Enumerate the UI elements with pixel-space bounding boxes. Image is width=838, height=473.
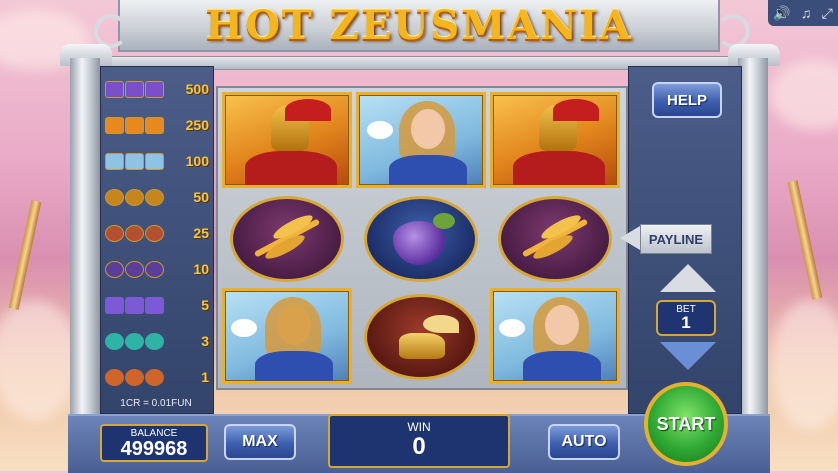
reel-symbol-goddess xyxy=(490,288,620,384)
dove-icon xyxy=(367,121,393,139)
helmet-crest-icon xyxy=(553,99,599,121)
cloud xyxy=(0,300,80,420)
paytable-row: 25 xyxy=(105,221,209,245)
payout-value: 10 xyxy=(193,261,209,277)
reel-symbol-warrior xyxy=(222,92,352,188)
background-spear xyxy=(787,180,823,300)
payout-value: 250 xyxy=(185,117,209,133)
cloud xyxy=(770,300,838,430)
helmet-crest-icon xyxy=(285,99,331,121)
column-left xyxy=(70,58,100,414)
bet-value: 1 xyxy=(681,313,691,332)
speaker-icon[interactable]: 🔊 xyxy=(773,5,790,22)
warrior-symbol-icons xyxy=(105,116,164,134)
blue-dress-icon xyxy=(523,351,601,381)
grapes-symbol-icons xyxy=(105,260,164,278)
win-label: WIN xyxy=(407,420,431,434)
auto-spin-button[interactable]: AUTO xyxy=(548,424,620,460)
paytable-row: 1 xyxy=(105,365,209,389)
paytable-row: 50 xyxy=(105,185,209,209)
column-scroll-ornament xyxy=(94,14,128,48)
sandal-symbol-icons xyxy=(105,224,164,242)
cloud xyxy=(770,60,838,130)
game-title: HOT ZEUSMANIA xyxy=(205,2,633,49)
payout-value: 1 xyxy=(201,369,209,385)
win-value: 0 xyxy=(412,433,426,460)
payout-value: 500 xyxy=(185,81,209,97)
blue-dress-icon xyxy=(389,155,467,185)
paytable-row: 100 xyxy=(105,149,209,173)
payout-value: 25 xyxy=(193,225,209,241)
blue-dress-icon xyxy=(255,351,333,381)
goddess-symbol-icons xyxy=(105,152,164,170)
reel-symbol-grapes xyxy=(356,190,486,286)
background-spear xyxy=(8,200,42,310)
window-controls: 🔊 ♫ ⤢ xyxy=(768,0,838,26)
paytable-panel: 500 250 100 50 25 10 5 3 1 xyxy=(100,66,214,414)
column-right xyxy=(738,58,768,414)
red-cape-icon xyxy=(245,151,337,185)
music-note-icon[interactable]: ♫ xyxy=(801,5,812,21)
zeus-symbol-icons xyxy=(105,80,164,98)
grapes-icon xyxy=(364,196,478,282)
reel-symbol-goddess xyxy=(222,288,352,384)
start-button[interactable]: START xyxy=(644,382,728,466)
reel-symbol-warrior xyxy=(490,92,620,188)
max-bet-button[interactable]: MAX xyxy=(224,424,296,460)
dove-icon xyxy=(231,319,257,337)
fullscreen-icon[interactable]: ⤢ xyxy=(822,5,833,22)
win-display: WIN 0 xyxy=(328,414,510,468)
paytable-row: 500 xyxy=(105,77,209,101)
leaf-symbol-icons xyxy=(105,368,164,386)
payout-value: 100 xyxy=(185,153,209,169)
help-button[interactable]: HELP xyxy=(652,82,722,118)
balance-display: BALANCE 499968 xyxy=(100,424,208,462)
paytable-row: 5 xyxy=(105,293,209,317)
payout-value: 3 xyxy=(201,333,209,349)
lightning-symbol-icons xyxy=(105,296,164,314)
dove-icon xyxy=(499,319,525,337)
laurel-branch-icon xyxy=(230,196,344,282)
laurel-symbol-icons xyxy=(105,188,164,206)
reel-grid xyxy=(216,86,628,390)
payout-value: 5 xyxy=(201,297,209,313)
goddess-face-icon xyxy=(411,109,445,149)
bet-decrease-button[interactable] xyxy=(660,342,716,370)
reel-symbol-sandal xyxy=(356,288,486,384)
paytable-row: 250 xyxy=(105,113,209,137)
payline-label: PAYLINE xyxy=(640,224,712,254)
goddess-face-icon xyxy=(545,305,579,345)
paytable-row: 10 xyxy=(105,257,209,281)
laurel-branch-icon xyxy=(498,196,612,282)
payout-value: 50 xyxy=(193,189,209,205)
bet-increase-button[interactable] xyxy=(660,264,716,292)
credit-conversion-note: 1CR = 0.01FUN xyxy=(120,398,192,409)
red-cape-icon xyxy=(513,151,605,185)
reel-symbol-laurel xyxy=(222,190,352,286)
column-scroll-ornament xyxy=(716,14,750,48)
winged-sandal-icon xyxy=(364,294,478,380)
paytable-row: 3 xyxy=(105,329,209,353)
reel-symbol-laurel xyxy=(490,190,620,286)
reel-symbol-goddess xyxy=(356,92,486,188)
payline-arrow-icon xyxy=(620,226,640,250)
balance-value: 499968 xyxy=(120,438,188,460)
gem-symbol-icons xyxy=(105,332,164,350)
bet-display: BET 1 xyxy=(656,300,716,336)
